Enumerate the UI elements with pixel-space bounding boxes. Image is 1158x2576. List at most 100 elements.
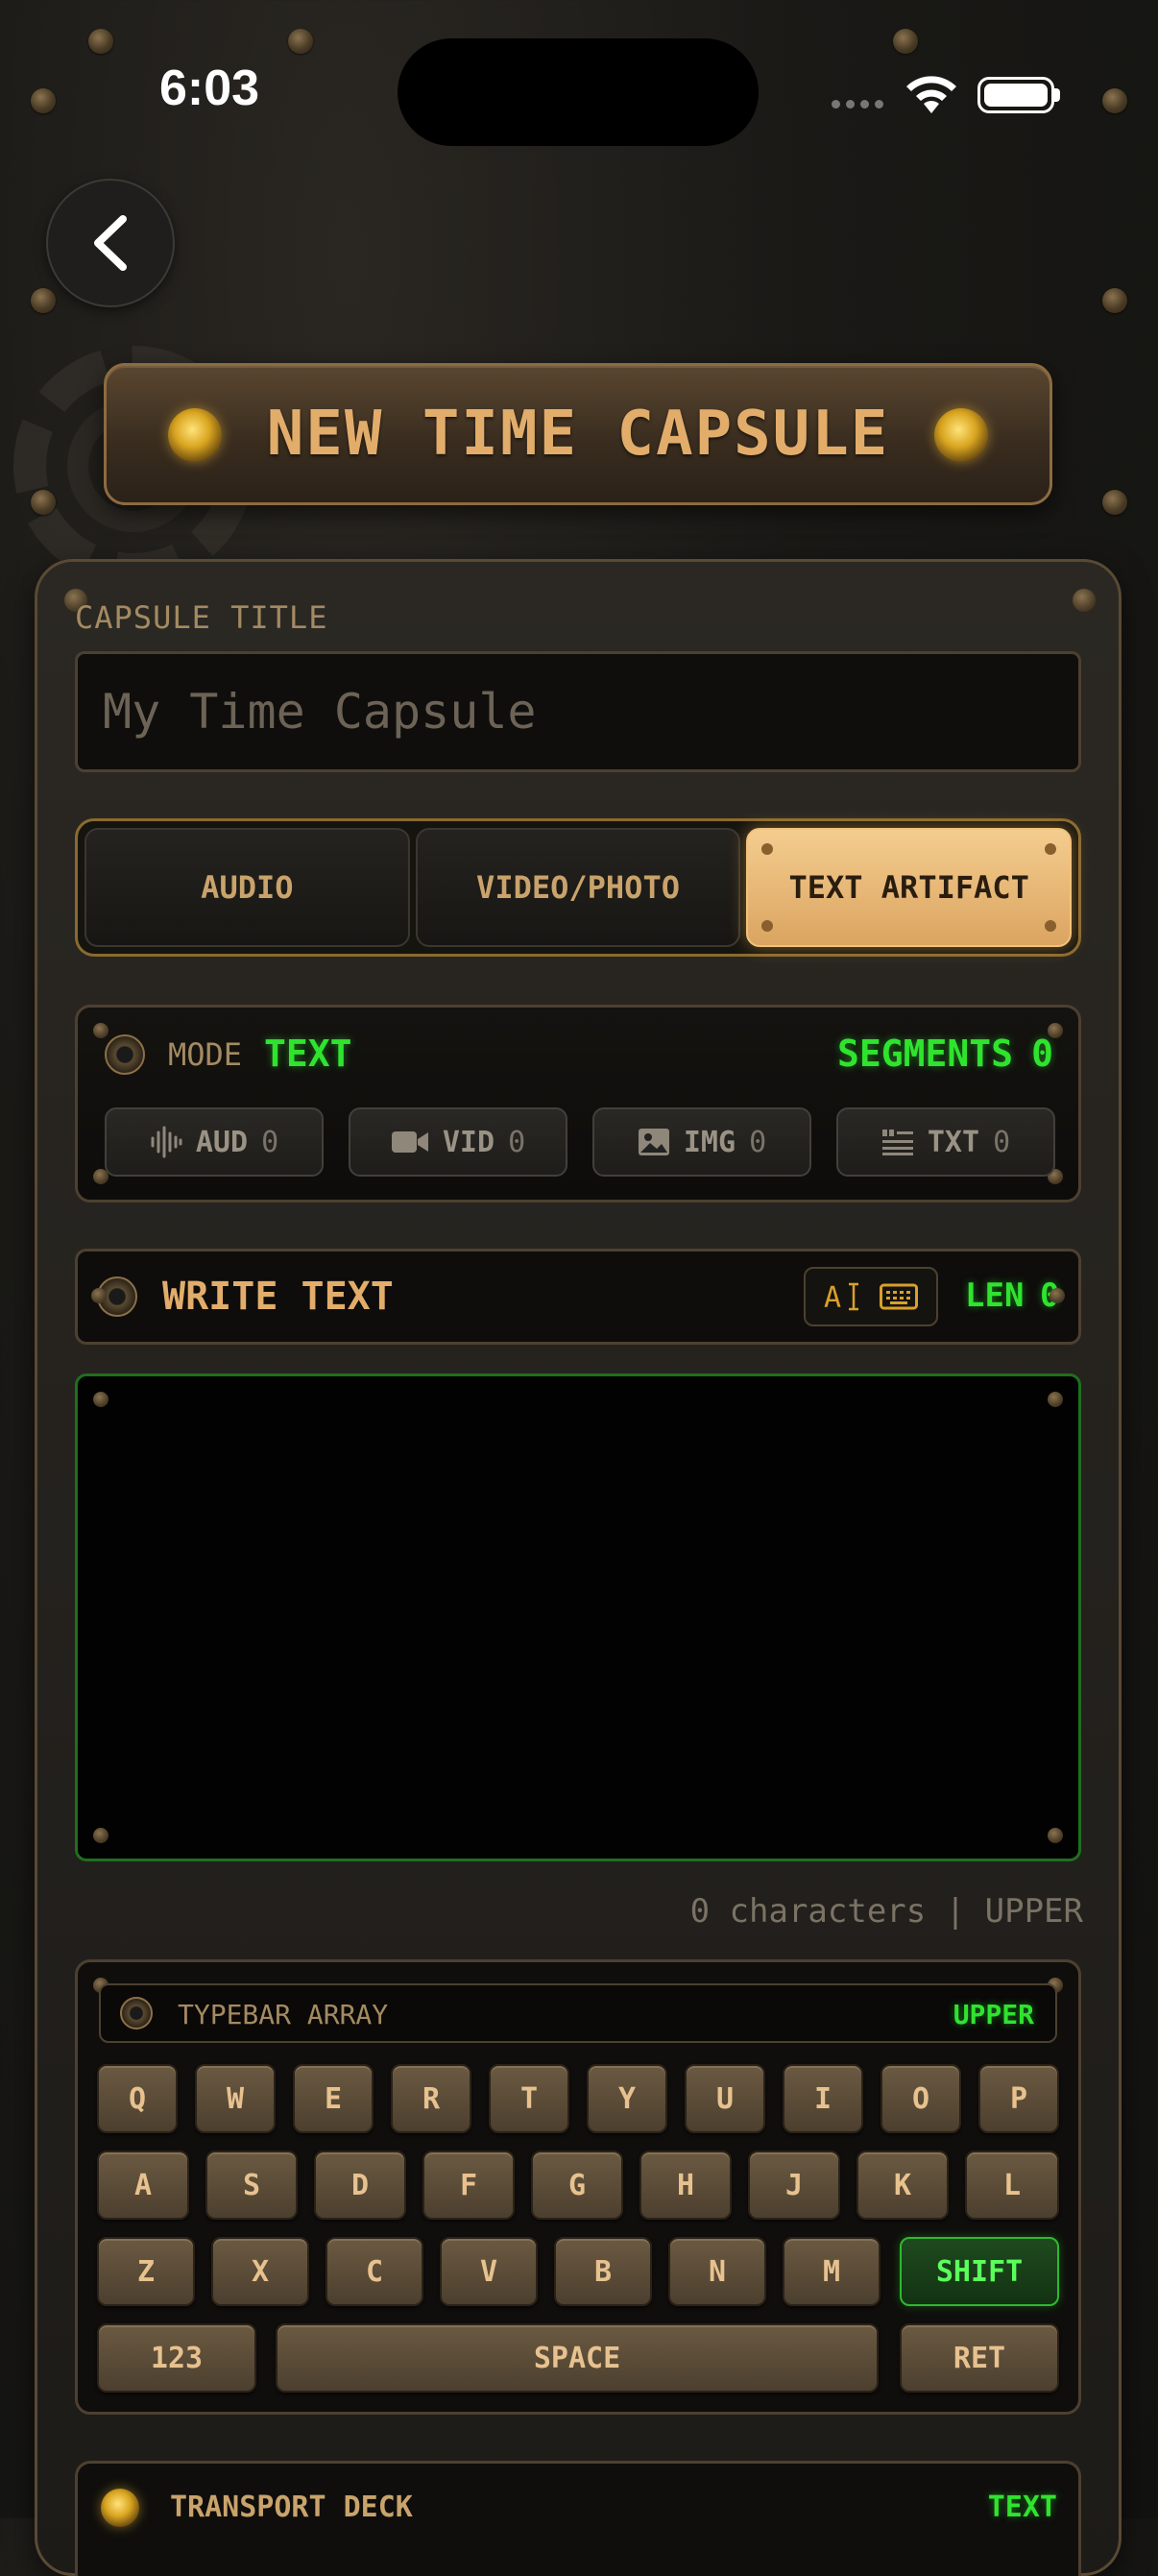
quote-text-icon [881,1130,913,1155]
key-o[interactable]: O [881,2064,961,2133]
rivet [1073,589,1096,612]
rivet [93,1392,109,1407]
keyboard-icon [880,1283,918,1310]
case-indicator: UPPER [953,1999,1034,2030]
input-tools-button[interactable]: A [804,1267,938,1326]
tab-video-photo[interactable]: VIDEO/PHOTO [415,828,741,947]
typebar-keyboard: TYPEBAR ARRAY UPPER Q W E R T Y U I O P … [75,1959,1081,2415]
key-i[interactable]: I [783,2064,863,2133]
cellular-signal-icon [832,100,883,109]
tab-text-artifact[interactable]: TEXT ARTIFACT [746,828,1073,947]
length-label: LEN [965,1276,1025,1315]
key-w[interactable]: W [195,2064,276,2133]
write-text-title: WRITE TEXT [162,1275,394,1319]
chevron-left-icon [94,215,127,271]
brass-lamp-icon [934,408,988,462]
key-q[interactable]: Q [97,2064,178,2133]
key-k[interactable]: K [856,2151,949,2220]
rivet [1049,1288,1065,1303]
mode-dial-icon [105,1034,145,1075]
rivet [91,1288,107,1303]
capsule-title-input[interactable] [75,651,1081,772]
write-text-bar: WRITE TEXT A LEN 0 [75,1249,1081,1345]
key-z[interactable]: Z [97,2237,195,2306]
battery-icon [977,77,1054,113]
key-e[interactable]: E [293,2064,374,2133]
text-count-value: 0 [993,1125,1011,1159]
return-key[interactable]: RET [900,2323,1059,2393]
transport-deck: TRANSPORT DECK TEXT [75,2461,1081,2576]
key-j[interactable]: J [748,2151,840,2220]
transport-title: TRANSPORT DECK [170,2491,413,2524]
key-g[interactable]: G [531,2151,623,2220]
transport-lamp-icon [101,2489,139,2527]
brass-lamp-icon [168,408,222,462]
key-c[interactable]: C [326,2237,423,2306]
capture-mode-tabs: AUDIO VIDEO/PHOTO TEXT ARTIFACT [75,818,1081,957]
key-u[interactable]: U [685,2064,765,2133]
battery-cap [1054,88,1060,102]
key-l[interactable]: L [965,2151,1059,2220]
segments-value: 0 [1031,1033,1053,1075]
key-h[interactable]: H [639,2151,732,2220]
audio-count-label: AUD [195,1125,249,1159]
keyboard-dial-icon [120,1997,153,2029]
tab-text-artifact-label: TEXT ARTIFACT [788,869,1029,906]
video-count-value: 0 [508,1125,526,1159]
video-count-chip: VID 0 [349,1107,567,1177]
rivet [93,1023,109,1038]
key-d[interactable]: D [314,2151,406,2220]
key-s[interactable]: S [205,2151,298,2220]
rivet [288,29,313,54]
key-n[interactable]: N [668,2237,766,2306]
shift-key[interactable]: SHIFT [900,2237,1059,2306]
tab-audio[interactable]: AUDIO [84,828,410,947]
image-count-value: 0 [749,1125,767,1159]
text-count-label: TXT [927,1125,980,1159]
key-b[interactable]: B [554,2237,652,2306]
page-title: NEW TIME CAPSULE [266,399,890,470]
capsule-title-label: CAPSULE TITLE [75,599,328,636]
text-entry-area[interactable] [75,1373,1081,1861]
back-button[interactable] [46,179,175,307]
key-a[interactable]: A [97,2151,189,2220]
mode-label: MODE [168,1036,243,1073]
audio-count-value: 0 [261,1125,279,1159]
rivet [1048,1828,1063,1843]
video-count-label: VID [442,1125,495,1159]
key-t[interactable]: T [489,2064,569,2133]
rivet [31,88,56,113]
rivet [1045,843,1057,855]
key-p[interactable]: P [978,2064,1059,2133]
transport-mode: TEXT [987,2491,1057,2524]
key-y[interactable]: Y [587,2064,667,2133]
rivet [1102,88,1127,113]
key-r[interactable]: R [391,2064,471,2133]
rivet [93,1828,109,1843]
image-icon [638,1129,669,1155]
rivet [88,29,113,54]
waveform-icon [151,1126,182,1158]
image-count-label: IMG [683,1125,736,1159]
image-count-chip: IMG 0 [592,1107,811,1177]
key-v[interactable]: V [440,2237,538,2306]
keyboard-header: TYPEBAR ARRAY UPPER [99,1983,1057,2043]
rivet [1045,920,1057,932]
svg-text:A: A [824,1281,841,1313]
rivet [1048,1392,1063,1407]
rivet [761,843,774,855]
key-f[interactable]: F [422,2151,515,2220]
text-cursor-icon: A [824,1281,858,1313]
numbers-key[interactable]: 123 [97,2323,256,2393]
mode-value: TEXT [264,1033,352,1075]
wifi-icon [906,76,956,113]
mode-status-panel: MODE TEXT SEGMENTS 0 AUD 0 VID 0 IMG 0 T… [75,1005,1081,1203]
space-key[interactable]: SPACE [276,2323,879,2393]
segments-label: SEGMENTS [836,1033,1013,1075]
video-camera-icon [391,1131,428,1153]
key-x[interactable]: X [211,2237,309,2306]
rivet [761,920,774,932]
rivet [1102,490,1127,515]
key-m[interactable]: M [783,2237,881,2306]
title-plate: NEW TIME CAPSULE [104,363,1052,505]
